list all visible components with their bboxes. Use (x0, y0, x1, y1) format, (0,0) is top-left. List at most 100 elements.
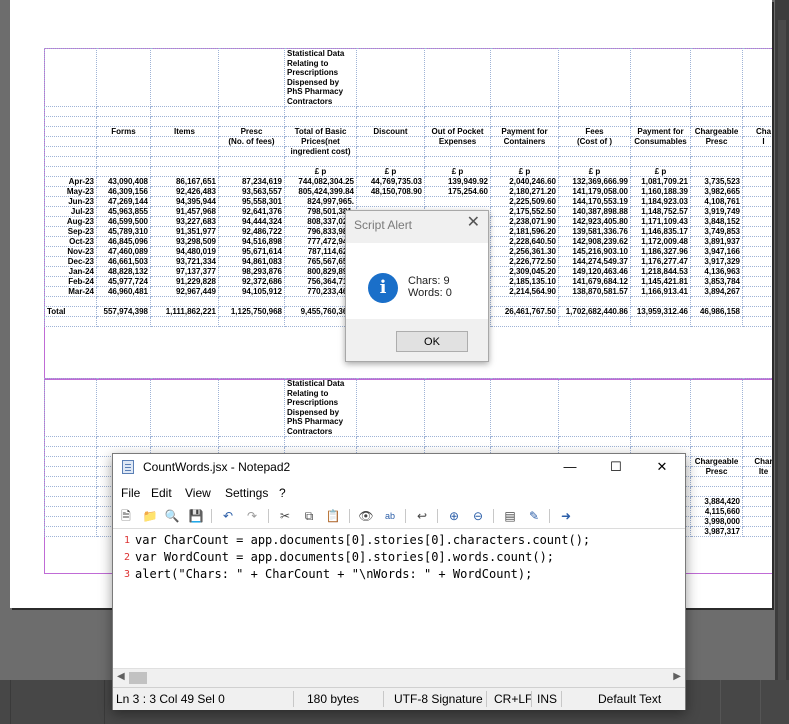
table-cell[interactable]: 744,082,304.25 (284, 176, 357, 187)
table-cell[interactable]: 3 (742, 516, 772, 527)
cut-icon[interactable]: ✂ (277, 508, 293, 524)
table-cell[interactable]: Discount (356, 126, 425, 137)
table-cell[interactable] (44, 126, 97, 137)
table-cell[interactable]: Containers (490, 136, 559, 147)
table-cell[interactable] (742, 216, 772, 227)
table-cell[interactable] (742, 146, 772, 157)
table-cell[interactable]: 3,884,420 (690, 496, 743, 507)
table-cell[interactable] (558, 378, 631, 437)
table-cell[interactable] (424, 106, 491, 117)
table-cell[interactable] (150, 116, 219, 127)
table-cell[interactable] (356, 48, 425, 107)
table-cell[interactable]: (No. of fees) (218, 136, 285, 147)
zoom-in-icon[interactable]: ⊕ (446, 508, 462, 524)
table-cell[interactable] (284, 436, 357, 447)
table-cell[interactable]: 142,923,405.80 (558, 216, 631, 227)
table-cell[interactable]: 140,387,898.88 (558, 206, 631, 217)
table-cell[interactable]: 132,369,666.99 (558, 176, 631, 187)
table-cell[interactable] (690, 486, 743, 497)
table-cell[interactable]: 45,789,310 (96, 226, 151, 237)
table-cell[interactable]: 145,216,903.10 (558, 246, 631, 257)
table-cell[interactable] (44, 506, 97, 517)
copy-icon[interactable]: ⧉ (301, 508, 317, 524)
table-cell[interactable]: £ p (356, 166, 425, 177)
table-cell[interactable]: Jan-24 (44, 266, 97, 277)
table-cell[interactable] (742, 246, 772, 257)
table-cell[interactable]: (Cost of ) (558, 136, 631, 147)
table-cell[interactable]: 3,919,749 (690, 206, 743, 217)
save-icon[interactable]: 💾 (188, 508, 204, 524)
table-cell[interactable] (690, 146, 743, 157)
menu-view[interactable]: View (185, 486, 211, 500)
table-cell[interactable] (742, 266, 772, 277)
table-cell[interactable] (558, 316, 631, 327)
table-cell[interactable] (630, 146, 691, 157)
table-cell[interactable]: Char (742, 456, 772, 467)
table-cell[interactable]: 46,986,158 (690, 306, 743, 317)
table-cell[interactable]: Forms (96, 126, 151, 137)
table-cell[interactable] (218, 146, 285, 157)
table-cell[interactable] (284, 106, 357, 117)
table-cell[interactable]: Apr-23 (44, 176, 97, 187)
table-cell[interactable] (630, 436, 691, 447)
table-cell[interactable]: Presc (690, 466, 743, 477)
customize-icon[interactable]: ✎ (526, 508, 542, 524)
table-cell[interactable] (150, 156, 219, 167)
table-cell[interactable] (490, 316, 559, 327)
table-cell[interactable] (150, 166, 219, 177)
table-cell[interactable]: 557,974,398 (96, 306, 151, 317)
table-cell[interactable]: 46,309,156 (96, 186, 151, 197)
table-cell[interactable] (690, 436, 743, 447)
table-cell[interactable]: 1,172,009.48 (630, 236, 691, 247)
undo-icon[interactable]: ↶ (220, 508, 236, 524)
table-cell[interactable] (44, 316, 97, 327)
table-cell[interactable]: 3,987,317 (690, 526, 743, 537)
table-cell[interactable] (218, 296, 285, 307)
ok-button[interactable]: OK (396, 331, 468, 352)
scheme-icon[interactable]: ▤ (502, 508, 518, 524)
table-cell[interactable]: 91,457,968 (150, 206, 219, 217)
table-cell[interactable] (558, 48, 631, 107)
table-cell[interactable]: 92,641,376 (218, 206, 285, 217)
table-cell[interactable] (690, 116, 743, 127)
table-cell[interactable]: Chargeable (690, 456, 743, 467)
line-endings[interactable]: CR+LF (494, 692, 532, 706)
encoding[interactable]: UTF-8 Signature (394, 692, 483, 706)
table-cell[interactable]: 824,997,965. (284, 196, 357, 207)
table-cell[interactable]: 94,516,898 (218, 236, 285, 247)
editor-horizontal-scrollbar[interactable]: ◀ ▶ (113, 668, 685, 687)
table-cell[interactable] (44, 116, 97, 127)
table-cell[interactable] (96, 156, 151, 167)
table-cell[interactable]: 4 (742, 506, 772, 517)
table-cell[interactable] (356, 106, 425, 117)
table-cell[interactable] (742, 106, 772, 117)
scroll-left-icon[interactable]: ◀ (117, 671, 125, 682)
table-cell[interactable] (630, 296, 691, 307)
table-cell[interactable]: 139,581,336.76 (558, 226, 631, 237)
table-cell[interactable]: 94,861,083 (218, 256, 285, 267)
table-cell[interactable]: 1,186,327.96 (630, 246, 691, 257)
table-cell[interactable]: 141,179,058.00 (558, 186, 631, 197)
table-cell[interactable] (150, 296, 219, 307)
menu-edit[interactable]: Edit (151, 486, 172, 500)
table-cell[interactable]: 144,170,553.19 (558, 196, 631, 207)
table-cell[interactable]: 3,917,329 (690, 256, 743, 267)
table-cell[interactable]: 91,351,977 (150, 226, 219, 237)
table-cell[interactable] (218, 48, 285, 107)
table-cell[interactable]: 26,461,767.50 (490, 306, 559, 317)
table-cell[interactable] (424, 436, 491, 447)
table-cell[interactable] (284, 156, 357, 167)
table-cell[interactable] (690, 316, 743, 327)
table-cell[interactable]: 46,960,481 (96, 286, 151, 297)
table-cell[interactable]: 95,558,301 (218, 196, 285, 207)
table-cell[interactable]: £ p (424, 166, 491, 177)
table-cell[interactable] (742, 166, 772, 177)
table-cell[interactable] (690, 166, 743, 177)
table-cell[interactable] (44, 476, 97, 487)
open-folder-icon[interactable]: 📁 (142, 508, 158, 524)
table-cell[interactable] (44, 516, 97, 527)
table-cell[interactable] (690, 378, 743, 437)
table-cell[interactable] (490, 436, 559, 447)
table-cell[interactable] (96, 48, 151, 107)
table-cell[interactable]: 45,963,855 (96, 206, 151, 217)
